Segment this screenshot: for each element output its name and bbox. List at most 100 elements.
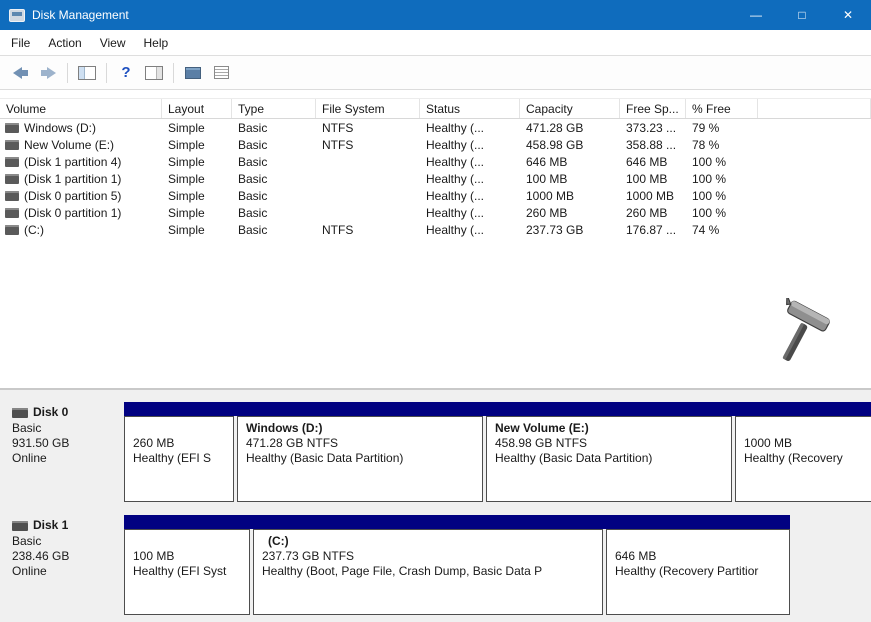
action-pane-button[interactable] <box>141 60 167 86</box>
cell-capacity: 1000 MB <box>520 189 620 203</box>
cell-pctfree: 100 % <box>686 189 758 203</box>
disk-0-label[interactable]: Disk 0 Basic 931.50 GB Online <box>8 402 124 502</box>
cell-type: Basic <box>232 172 316 186</box>
menu-action[interactable]: Action <box>39 32 90 54</box>
menu-help[interactable]: Help <box>135 32 178 54</box>
cell-layout: Simple <box>162 206 232 220</box>
toolbar: ? <box>0 56 871 90</box>
table-row[interactable]: (Disk 1 partition 1) Simple Basic Health… <box>0 170 871 187</box>
menu-view[interactable]: View <box>91 32 135 54</box>
toolbar-separator <box>173 63 174 83</box>
disk-status: Online <box>12 564 120 579</box>
forward-arrow-icon <box>41 67 56 79</box>
cell-status: Healthy (... <box>420 138 520 152</box>
cell-pctfree: 100 % <box>686 155 758 169</box>
cell-free: 100 MB <box>620 172 686 186</box>
partition-title: (C:) <box>262 534 594 549</box>
partition-status: Healthy (Basic Data Partition) <box>495 451 723 466</box>
cell-status: Healthy (... <box>420 206 520 220</box>
disk-icon <box>12 521 28 531</box>
partition-status: Healthy (Boot, Page File, Crash Dump, Ba… <box>262 564 594 579</box>
table-row[interactable]: Windows (D:) Simple Basic NTFS Healthy (… <box>0 119 871 136</box>
partition-windows-d[interactable]: Windows (D:) 471.28 GB NTFS Healthy (Bas… <box>237 416 483 502</box>
col-status[interactable]: Status <box>420 99 520 118</box>
cell-layout: Simple <box>162 155 232 169</box>
cell-pctfree: 79 % <box>686 121 758 135</box>
volume-name: Windows (D:) <box>24 121 96 135</box>
cell-capacity: 646 MB <box>520 155 620 169</box>
cell-fs: NTFS <box>316 121 420 135</box>
app-icon <box>9 9 25 22</box>
partition-size: 237.73 GB NTFS <box>262 549 594 564</box>
cell-pctfree: 78 % <box>686 138 758 152</box>
partition-title: Windows (D:) <box>246 421 474 436</box>
partition-status: Healthy (Recovery <box>744 451 871 466</box>
disk-management-window: Disk Management — □ ✕ File Action View H… <box>0 0 871 622</box>
console-tree-icon <box>78 66 96 80</box>
volume-icon <box>5 225 19 235</box>
close-button[interactable]: ✕ <box>825 0 871 30</box>
console-tree-button[interactable] <box>74 60 100 86</box>
cell-status: Healthy (... <box>420 155 520 169</box>
volume-name: (Disk 1 partition 1) <box>24 172 121 186</box>
help-icon: ? <box>121 64 130 81</box>
partition-status: Healthy (Recovery Partitior <box>615 564 781 579</box>
disk-name: Disk 1 <box>33 518 68 533</box>
partition-size: 1000 MB <box>744 436 871 451</box>
volume-name: (C:) <box>24 223 44 237</box>
cell-status: Healthy (... <box>420 223 520 237</box>
table-row[interactable]: New Volume (E:) Simple Basic NTFS Health… <box>0 136 871 153</box>
cell-type: Basic <box>232 189 316 203</box>
col-freespace[interactable]: Free Sp... <box>620 99 686 118</box>
disk-size: 931.50 GB <box>12 436 120 451</box>
disk-icon <box>12 408 28 418</box>
disk-1-label[interactable]: Disk 1 Basic 238.46 GB Online <box>8 515 124 615</box>
toolbar-separator <box>67 63 68 83</box>
disk-size: 238.46 GB <box>12 549 120 564</box>
menu-file[interactable]: File <box>2 32 39 54</box>
partition-recovery-disk0[interactable]: 1000 MB Healthy (Recovery <box>735 416 871 502</box>
cell-status: Healthy (... <box>420 172 520 186</box>
volume-name: (Disk 1 partition 4) <box>24 155 121 169</box>
col-pctfree[interactable]: % Free <box>686 99 758 118</box>
cell-free: 646 MB <box>620 155 686 169</box>
back-button[interactable] <box>7 60 33 86</box>
col-volume[interactable]: Volume <box>0 99 162 118</box>
table-row[interactable]: (C:) Simple Basic NTFS Healthy (... 237.… <box>0 221 871 238</box>
hammer-icon <box>763 298 835 370</box>
partition-status: Healthy (EFI S <box>133 451 225 466</box>
cell-status: Healthy (... <box>420 189 520 203</box>
cell-layout: Simple <box>162 121 232 135</box>
col-type[interactable]: Type <box>232 99 316 118</box>
cell-fs: NTFS <box>316 223 420 237</box>
table-row[interactable]: (Disk 0 partition 5) Simple Basic Health… <box>0 187 871 204</box>
cell-free: 1000 MB <box>620 189 686 203</box>
cell-layout: Simple <box>162 189 232 203</box>
minimize-button[interactable]: — <box>733 0 779 30</box>
table-row[interactable]: (Disk 0 partition 1) Simple Basic Health… <box>0 204 871 221</box>
col-capacity[interactable]: Capacity <box>520 99 620 118</box>
volume-icon <box>5 208 19 218</box>
partition-efi-disk1[interactable]: 100 MB Healthy (EFI Syst <box>124 529 250 615</box>
cell-pctfree: 74 % <box>686 223 758 237</box>
partition-efi-disk0[interactable]: 260 MB Healthy (EFI S <box>124 416 234 502</box>
screen-icon <box>185 67 201 79</box>
volume-name: (Disk 0 partition 1) <box>24 206 121 220</box>
maximize-button[interactable]: □ <box>779 0 825 30</box>
partition-new-volume-e[interactable]: New Volume (E:) 458.98 GB NTFS Healthy (… <box>486 416 732 502</box>
help-button[interactable]: ? <box>113 60 139 86</box>
disk-status: Online <box>12 451 120 466</box>
export-list-button[interactable] <box>208 60 234 86</box>
cell-free: 358.88 ... <box>620 138 686 152</box>
col-layout[interactable]: Layout <box>162 99 232 118</box>
table-row[interactable]: (Disk 1 partition 4) Simple Basic Health… <box>0 153 871 170</box>
partition-size: 458.98 GB NTFS <box>495 436 723 451</box>
disk-1-partitions: 100 MB Healthy (EFI Syst (C:) 237.73 GB … <box>124 515 871 615</box>
partition-c-drive[interactable]: (C:) 237.73 GB NTFS Healthy (Boot, Page … <box>253 529 603 615</box>
forward-button[interactable] <box>35 60 61 86</box>
partition-color-stripe <box>124 402 871 416</box>
menu-bar: File Action View Help <box>0 30 871 56</box>
partition-recovery-disk1[interactable]: 646 MB Healthy (Recovery Partitior <box>606 529 790 615</box>
col-filesystem[interactable]: File System <box>316 99 420 118</box>
display-options-button[interactable] <box>180 60 206 86</box>
